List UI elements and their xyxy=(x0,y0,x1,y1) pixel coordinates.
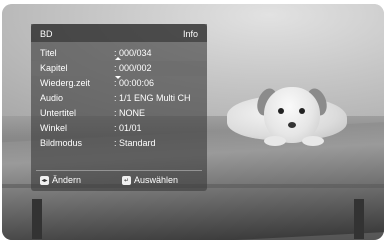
row-subtitle[interactable]: Untertitel : NONE xyxy=(31,106,207,121)
row-label: Kapitel xyxy=(40,63,68,73)
table-leg xyxy=(32,199,42,239)
row-value: : 000/002 xyxy=(114,63,152,73)
puppy-eye xyxy=(299,108,305,114)
change-control[interactable]: ◂▸ Ändern xyxy=(40,175,81,185)
puppy-eye xyxy=(278,108,284,114)
disc-type-label: BD xyxy=(40,29,53,39)
row-audio[interactable]: Audio : 1/1 ENG Multi CH xyxy=(31,91,207,106)
row-value: : NONE xyxy=(114,108,146,118)
row-value: : Standard xyxy=(114,138,156,148)
row-label: Titel xyxy=(40,48,57,58)
row-playback-time[interactable]: Wiederg.zeit : 00:00:06 xyxy=(31,76,207,91)
row-chapter[interactable]: Kapitel : 000/002 xyxy=(31,57,207,79)
select-control[interactable]: ↵ Auswählen xyxy=(122,175,178,185)
row-label: Untertitel xyxy=(40,108,77,118)
panel-header: BD Info xyxy=(31,24,207,42)
enter-icon: ↵ xyxy=(122,175,131,185)
puppy-nose xyxy=(288,122,296,128)
table-leg xyxy=(354,199,364,239)
panel-footer: ◂▸ Ändern ↵ Auswählen xyxy=(31,173,207,189)
row-value: : 01/01 xyxy=(114,123,142,133)
left-right-arrows-icon: ◂▸ xyxy=(40,175,49,185)
row-value: : 00:00:06 xyxy=(114,78,155,88)
puppy-paw xyxy=(302,136,324,146)
info-panel: BD Info Titel : 000/034 Kapitel : 000/00… xyxy=(31,24,207,191)
info-label: Info xyxy=(182,29,198,39)
row-picture-mode[interactable]: Bildmodus : Standard xyxy=(31,136,207,151)
row-angle[interactable]: Winkel : 01/01 xyxy=(31,121,207,136)
select-label: Auswählen xyxy=(134,175,179,185)
row-label: Bildmodus xyxy=(40,138,83,148)
row-label: Wiederg.zeit xyxy=(40,78,91,88)
up-arrow-icon[interactable] xyxy=(115,57,121,60)
footer-divider xyxy=(36,170,202,171)
row-label: Audio xyxy=(40,93,64,103)
info-rows: Titel : 000/034 Kapitel : 000/002 Wieder… xyxy=(31,46,207,151)
puppy-head xyxy=(264,87,320,143)
row-value: : 1/1 ENG Multi CH xyxy=(114,93,191,103)
row-label: Winkel xyxy=(40,123,68,133)
puppy-paw xyxy=(264,136,286,146)
change-label: Ändern xyxy=(52,175,82,185)
